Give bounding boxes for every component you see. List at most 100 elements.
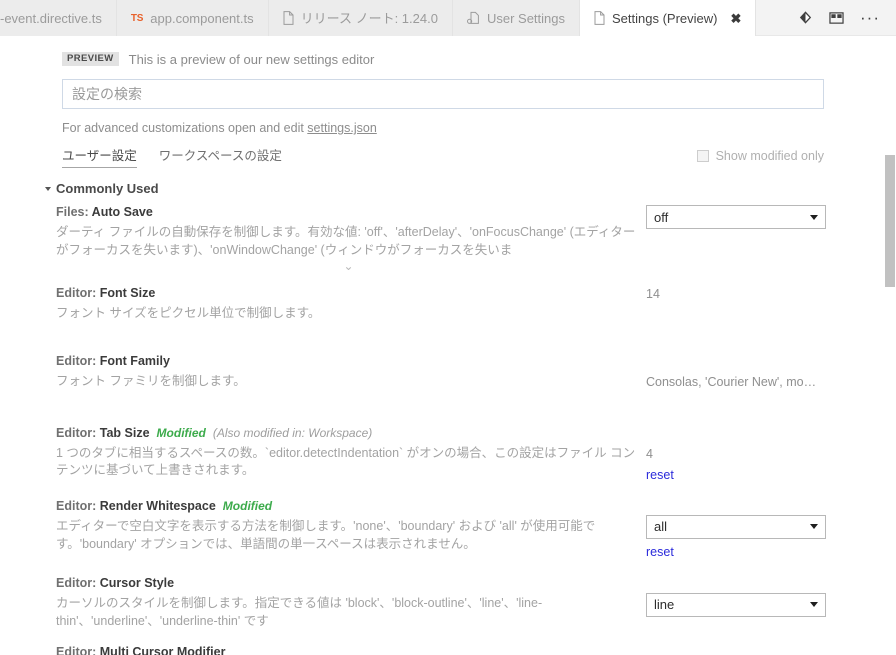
settings-group-header-commonly-used[interactable]: Commonly Used — [0, 181, 880, 196]
setting-description: エディターで空白文字を表示する方法を制御します。'none'、'boundary… — [56, 518, 596, 551]
split-editor-orientation-icon[interactable] — [798, 10, 813, 25]
setting-category: Files: — [56, 205, 89, 219]
setting-row[interactable]: Editor: Cursor Style カーソルのスタイルを制御します。指定でき… — [0, 575, 880, 630]
setting-text-value[interactable]: 14 — [646, 286, 832, 302]
setting-main: Files: Auto Save ダーティ ファイルの自動保存を制御します。有効な… — [56, 204, 646, 275]
setting-description: 1 つのタブに相当するスペースの数。`editor.detectIndentat… — [56, 445, 636, 478]
chevron-down-icon — [810, 214, 818, 220]
editor-tab-4[interactable]: User Settings — [452, 0, 581, 36]
editor-actions: ··· — [786, 0, 896, 35]
setting-value: Consolas, 'Courier New', mo… — [646, 353, 832, 390]
settings-file-icon-glyph — [466, 11, 479, 24]
editor-tab-label: User Settings — [486, 10, 566, 26]
editor-tab-1[interactable]: -event.directive.ts — [0, 0, 117, 36]
close-icon[interactable]: ✖ — [731, 12, 742, 25]
setting-select[interactable]: off — [646, 205, 826, 229]
show-modified-only-checkbox[interactable] — [696, 150, 709, 162]
setting-category: Editor: — [56, 498, 97, 513]
setting-main: Editor: Cursor Style カーソルのスタイルを制御します。指定でき… — [56, 575, 646, 630]
file-icon — [283, 11, 294, 25]
setting-key: Tab Size — [99, 425, 150, 440]
setting-row[interactable]: Editor: Font Family フォント ファミリを制御します。 Conso… — [0, 353, 880, 391]
scope-tab-user-settings[interactable]: ユーザー設定 — [62, 145, 137, 168]
setting-value: 14 — [646, 285, 832, 302]
setting-category: Editor: — [56, 575, 97, 590]
show-modified-only-toggle[interactable]: Show modified only — [696, 149, 824, 163]
editor-tab-label: リリース ノート: 1.24.0 — [300, 10, 438, 26]
reset-link[interactable]: reset — [646, 468, 674, 482]
settings-scrollbar-thumb[interactable] — [885, 155, 895, 287]
chevron-down-icon — [45, 186, 51, 191]
setting-title: Editor: Font Size — [56, 285, 646, 302]
setting-title: Editor: Multi Cursor Modifier — [56, 644, 646, 655]
setting-row[interactable]: Files: Auto Save ダーティ ファイルの自動保存を制御します。有効な… — [0, 204, 880, 275]
modified-badge: Modified — [156, 425, 206, 440]
setting-key: Auto Save — [91, 205, 153, 219]
split-editor-icon[interactable] — [829, 11, 844, 25]
ts-badge-icon: TS — [130, 12, 144, 24]
setting-category: Editor: — [56, 354, 97, 368]
advanced-customizations-text: For advanced customizations open and edi… — [62, 121, 308, 135]
setting-row[interactable]: Editor: Font Size フォント サイズをピクセル単位で制御します。 1… — [0, 285, 880, 323]
settings-group-title: Commonly Used — [56, 181, 159, 196]
preview-badge: PREVIEW — [62, 52, 119, 66]
reset-link[interactable]: reset — [646, 545, 674, 559]
setting-key: Font Size — [99, 286, 156, 301]
setting-title: Editor: Cursor Style — [56, 575, 646, 592]
setting-main: Editor: Multi Cursor Modifier — [56, 644, 646, 655]
setting-main: Editor: Font Family フォント ファミリを制御します。 — [56, 353, 646, 391]
setting-description: フォント サイズをピクセル単位で制御します。 — [56, 306, 321, 321]
tabs-container: -event.directive.ts TS app.component.ts リリー… — [0, 0, 757, 36]
search-container — [62, 79, 824, 109]
setting-key: Multi Cursor Modifier — [99, 645, 226, 655]
setting-main: Editor: Tab Size Modified (Also modified i… — [56, 425, 646, 480]
tab-bar-filler — [756, 0, 787, 35]
setting-title: Editor: Render Whitespace Modified — [56, 498, 646, 515]
setting-select-value: line — [654, 597, 675, 613]
setting-value: off — [646, 204, 832, 229]
settings-scrollbar[interactable] — [882, 36, 896, 655]
editor-tab-label: -event.directive.ts — [0, 10, 102, 26]
setting-select-value: all — [654, 519, 668, 535]
settings-json-link[interactable]: settings.json — [307, 121, 376, 135]
settings-editor-content: PREVIEW This is a preview of our new set… — [0, 36, 880, 655]
setting-key: Font Family — [99, 354, 170, 368]
expand-description-chevron-down-icon[interactable]: ⌄ — [56, 260, 641, 275]
setting-title: Files: Auto Save — [56, 204, 646, 221]
setting-key: Cursor Style — [99, 575, 175, 590]
file-icon — [594, 11, 605, 25]
file-icon-glyph — [283, 11, 294, 25]
settings-scope-row: ユーザー設定 ワークスペースの設定 Show modified only — [62, 145, 824, 168]
editor-tab-3[interactable]: リリース ノート: 1.24.0 — [268, 0, 453, 36]
scope-tab-workspace-settings[interactable]: ワークスペースの設定 — [159, 145, 282, 167]
setting-select[interactable]: all — [646, 514, 826, 539]
setting-text-value[interactable]: 4 — [646, 446, 832, 462]
settings-editor: PREVIEW This is a preview of our new set… — [0, 36, 896, 655]
setting-row[interactable]: Editor: Multi Cursor Modifier — [0, 644, 880, 655]
editor-tab-5[interactable]: Settings (Preview) ✖ — [580, 0, 757, 36]
setting-row[interactable]: Editor: Render Whitespace Modified エディターで空… — [0, 498, 880, 561]
chevron-down-icon — [810, 524, 818, 530]
setting-description: フォント ファミリを制御します。 — [56, 373, 246, 388]
setting-description: カーソルのスタイルを制御します。指定できる値は 'block'、'block-o… — [56, 595, 543, 628]
more-actions-icon[interactable]: ··· — [860, 9, 880, 26]
setting-value: all reset — [646, 498, 832, 561]
setting-key: Render Whitespace — [99, 498, 216, 513]
settings-file-icon — [466, 11, 480, 25]
editor-tab-bar: -event.directive.ts TS app.component.ts リリー… — [0, 0, 896, 36]
settings-header: PREVIEW This is a preview of our new set… — [0, 50, 880, 168]
also-modified-note: (Also modified in: Workspace) — [212, 425, 373, 440]
setting-row[interactable]: Editor: Tab Size Modified (Also modified i… — [0, 425, 880, 484]
setting-value — [646, 644, 832, 645]
editor-tab-2[interactable]: TS app.component.ts — [116, 0, 269, 36]
setting-select[interactable]: line — [646, 592, 826, 617]
split-editor-orientation-glyph — [799, 11, 812, 24]
setting-category: Editor: — [56, 645, 97, 655]
search-input[interactable] — [62, 79, 824, 109]
setting-text-value[interactable]: Consolas, 'Courier New', mo… — [646, 374, 832, 390]
setting-title: Editor: Font Family — [56, 353, 646, 370]
setting-description: ダーティ ファイルの自動保存を制御します。有効な値: 'off'、'afterD… — [56, 224, 636, 257]
split-editor-glyph — [829, 11, 844, 24]
file-icon-glyph — [594, 11, 605, 25]
setting-category: Editor: — [56, 286, 97, 301]
